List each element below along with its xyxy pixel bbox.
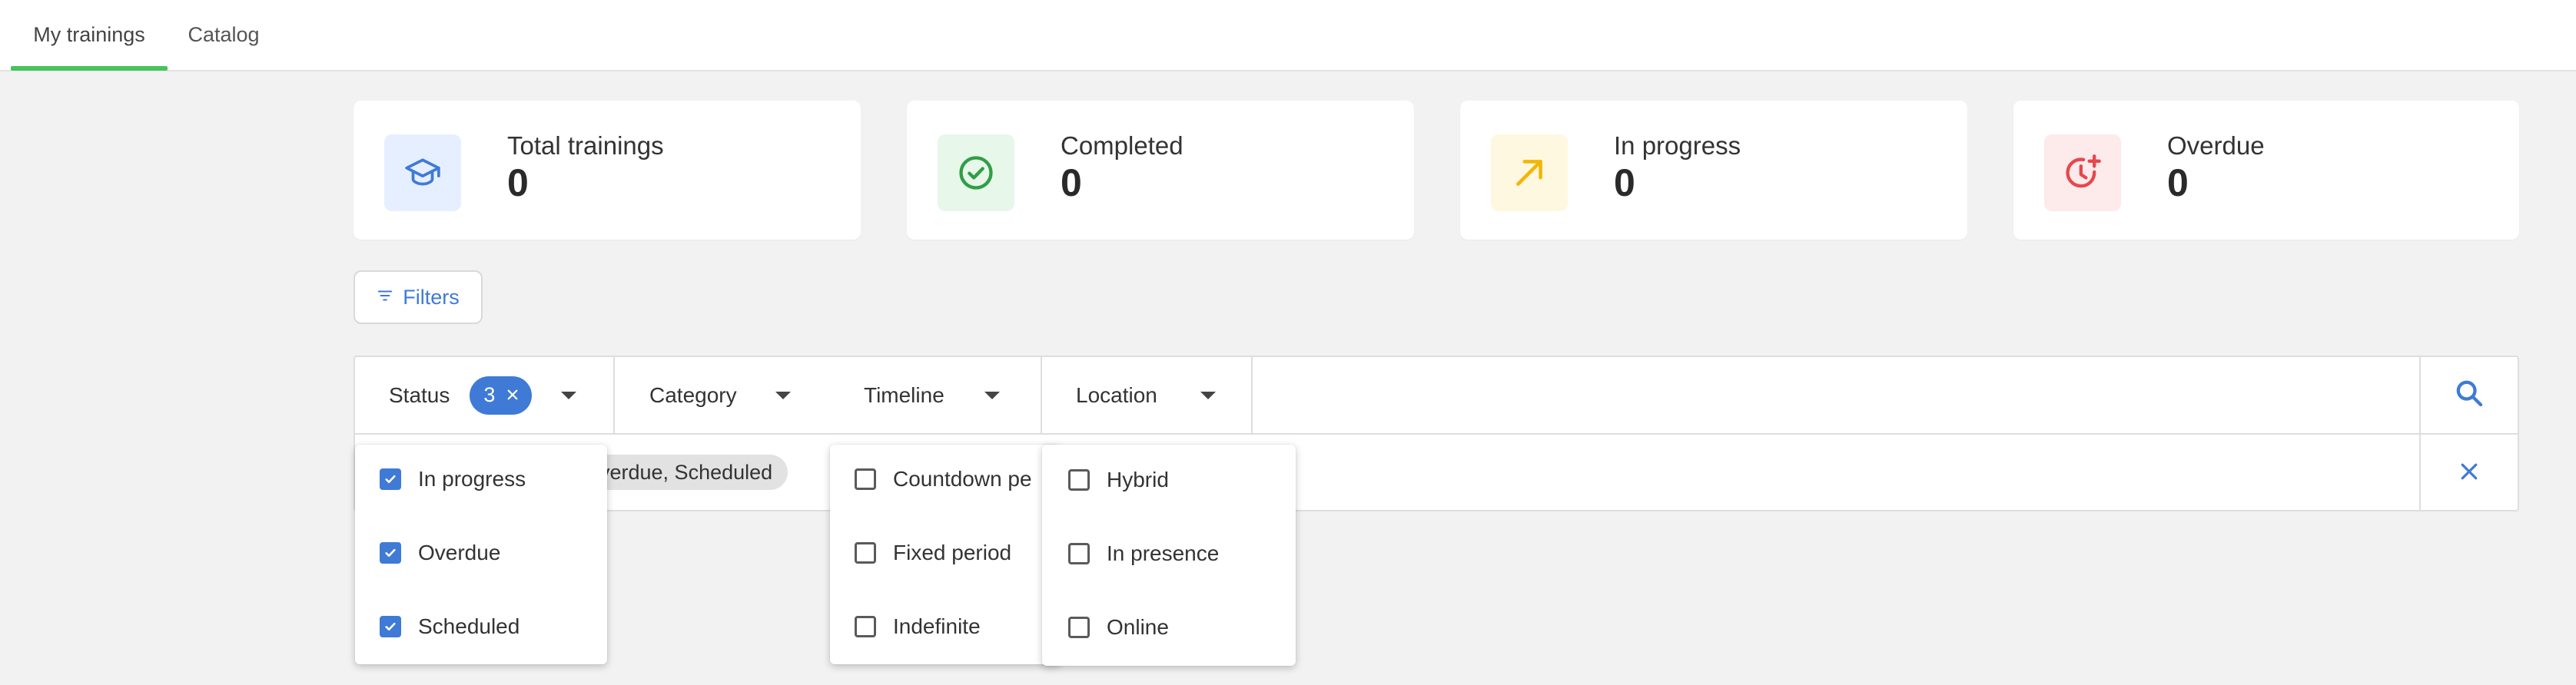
status-count: 3 — [483, 383, 496, 406]
checkbox-checked[interactable] — [380, 542, 401, 564]
graduation-cap-icon — [384, 134, 461, 211]
applied-filter-chip[interactable]: verdue, Scheduled — [584, 455, 788, 490]
tab-my-trainings-label: My trainings — [33, 23, 145, 46]
status-count-badge: 3 — [470, 376, 533, 415]
stat-card-in-progress: In progress 0 — [1460, 101, 1967, 240]
checkbox-checked[interactable] — [380, 468, 401, 490]
status-dropdown: In progress Overdue Scheduled — [355, 445, 607, 664]
location-dropdown: Hybrid In presence Online — [1042, 445, 1296, 666]
option-label: Scheduled — [418, 614, 520, 638]
checkbox[interactable] — [1068, 469, 1090, 491]
status-option-scheduled[interactable]: Scheduled — [355, 604, 520, 650]
status-option-overdue[interactable]: Overdue — [355, 530, 500, 576]
location-option-hybrid[interactable]: Hybrid — [1042, 457, 1169, 503]
location-option-online[interactable]: Online — [1042, 604, 1169, 650]
divider — [1041, 357, 1042, 433]
checkbox[interactable] — [855, 468, 876, 490]
stat-label: Total trainings — [507, 131, 664, 160]
checkbox[interactable] — [1068, 543, 1090, 564]
stat-label: Overdue — [2167, 131, 2265, 160]
close-icon — [2458, 460, 2481, 487]
stat-label: In progress — [1614, 131, 1741, 160]
arrow-up-right-icon — [1491, 134, 1568, 211]
option-label: In progress — [418, 467, 526, 491]
filters-button[interactable]: Filters — [354, 270, 483, 324]
tab-catalog[interactable]: Catalog — [174, 0, 274, 70]
option-label: Hybrid — [1107, 468, 1169, 491]
status-option-in-progress[interactable]: In progress — [355, 456, 526, 502]
clear-status-icon[interactable] — [506, 383, 520, 407]
stat-value: 0 — [1614, 161, 1635, 204]
timeline-option-indefinite[interactable]: Indefinite — [830, 604, 981, 650]
option-label: Countdown pe — [893, 467, 1032, 491]
divider — [1251, 357, 1253, 433]
stat-value: 0 — [1061, 161, 1082, 204]
chevron-down-icon — [775, 391, 791, 399]
stat-card-completed: Completed 0 — [907, 101, 1414, 240]
option-label: Overdue — [418, 541, 501, 564]
filter-select-row: Status 3 Category Timeline Location — [355, 357, 2518, 435]
stat-value: 0 — [2167, 161, 2189, 204]
stat-card-total: Total trainings 0 — [354, 101, 861, 240]
filters-button-label: Filters — [403, 285, 460, 309]
option-label: Indefinite — [893, 614, 981, 638]
category-filter-select[interactable]: Category — [649, 357, 834, 433]
location-filter-select[interactable]: Location — [1076, 357, 1253, 433]
option-label: Online — [1107, 615, 1169, 639]
clear-filters-button[interactable] — [2421, 435, 2518, 511]
timeline-filter-select[interactable]: Timeline — [864, 357, 1064, 433]
top-nav: My trainings Catalog — [0, 0, 2576, 71]
status-filter-select[interactable]: Status 3 — [389, 357, 612, 433]
chevron-down-icon — [561, 391, 577, 399]
option-label: Fixed period — [893, 541, 1012, 564]
divider — [613, 357, 615, 433]
checkbox[interactable] — [855, 616, 876, 637]
checkbox-checked[interactable] — [380, 616, 401, 637]
chevron-down-icon — [984, 391, 1000, 399]
tab-catalog-label: Catalog — [188, 23, 260, 46]
search-button[interactable] — [2421, 357, 2518, 433]
status-filter-label: Status — [389, 382, 450, 407]
stat-label: Completed — [1061, 131, 1183, 160]
category-filter-label: Category — [649, 382, 737, 407]
location-option-in-presence[interactable]: In presence — [1042, 531, 1219, 577]
search-icon — [2454, 378, 2485, 412]
filter-lines-icon — [377, 286, 393, 309]
timeline-option-countdown[interactable]: Countdown pe — [830, 456, 1032, 502]
tab-my-trainings[interactable]: My trainings — [11, 0, 168, 71]
checkbox[interactable] — [855, 542, 876, 564]
timeline-filter-label: Timeline — [864, 382, 944, 407]
stat-value: 0 — [507, 161, 529, 204]
option-label: In presence — [1107, 541, 1220, 565]
alarm-plus-icon — [2044, 134, 2121, 211]
timeline-option-fixed-period[interactable]: Fixed period — [830, 530, 1011, 576]
chevron-down-icon — [1200, 391, 1216, 399]
check-circle-icon — [938, 134, 1014, 211]
stat-card-overdue: Overdue 0 — [2013, 101, 2519, 240]
active-tab-indicator — [11, 66, 168, 71]
checkbox[interactable] — [1068, 617, 1090, 638]
timeline-dropdown: Countdown pe Fixed period Indefinite — [830, 445, 1061, 664]
location-filter-label: Location — [1076, 382, 1157, 407]
